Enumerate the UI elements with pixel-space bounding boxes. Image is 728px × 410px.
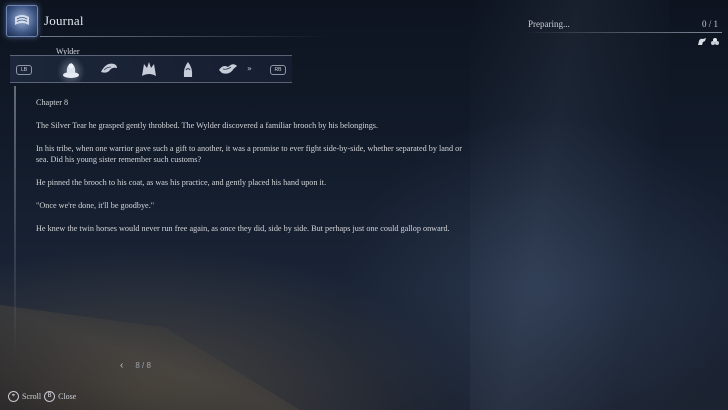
scroll-prompt-label: Scroll bbox=[22, 392, 42, 401]
rb-button[interactable]: RB bbox=[270, 65, 286, 75]
tab-bird[interactable] bbox=[98, 58, 120, 80]
journal-scroll-icon bbox=[6, 5, 38, 37]
progress-label: Preparing... bbox=[528, 19, 570, 29]
horse-icon bbox=[698, 38, 706, 45]
tab-wylder[interactable] bbox=[60, 58, 82, 80]
character-tab-bar: LB » RB bbox=[10, 55, 292, 83]
progress-divider bbox=[522, 32, 722, 33]
wolf-icon bbox=[142, 62, 156, 76]
journal-paragraph: "Once we're done, it'll be goodbye." bbox=[36, 201, 155, 210]
wylder-icon bbox=[63, 63, 79, 78]
tab-hooded-figure[interactable] bbox=[177, 58, 199, 80]
close-prompt-label: Close bbox=[58, 392, 77, 401]
journal-paragraph: The Silver Tear he grasped gently throbb… bbox=[36, 121, 379, 130]
journal-paragraph: He pinned the brooch to his coat, as was… bbox=[36, 178, 327, 187]
page-title: Journal bbox=[44, 13, 84, 28]
page-indicator: ‹ 8 / 8 bbox=[120, 360, 151, 371]
header-divider bbox=[40, 36, 330, 37]
tab-dragon[interactable] bbox=[217, 58, 239, 80]
bird-icon bbox=[101, 63, 117, 73]
journal-paragraph: In his tribe, when one warrior gave such… bbox=[36, 144, 462, 164]
lb-button[interactable]: LB bbox=[16, 65, 32, 75]
background-light-beam bbox=[470, 0, 670, 410]
background-book-illustration bbox=[0, 305, 300, 410]
more-tabs-indicator: » bbox=[247, 64, 252, 73]
button-prompts: ⌖ Scroll B Close bbox=[8, 391, 76, 402]
dragon-icon bbox=[219, 64, 237, 74]
scroll-stick-icon[interactable]: ⌖ bbox=[8, 391, 19, 402]
previous-page-arrow-icon[interactable]: ‹ bbox=[120, 360, 123, 371]
hooded-figure-icon bbox=[183, 62, 193, 77]
journal-entry: Chapter 8 The Silver Tear he grasped gen… bbox=[36, 97, 476, 246]
chapter-heading: Chapter 8 bbox=[36, 98, 69, 107]
journal-paragraph: He knew the twin horses would never run … bbox=[36, 224, 450, 233]
status-icons bbox=[697, 37, 720, 47]
progress-count: 0 / 1 bbox=[701, 19, 718, 29]
content-frame-line bbox=[14, 86, 16, 356]
tab-wolf[interactable] bbox=[138, 58, 160, 80]
flower-icon bbox=[711, 38, 719, 45]
close-button-icon[interactable]: B bbox=[44, 391, 56, 402]
page-count: 8 / 8 bbox=[135, 361, 151, 370]
